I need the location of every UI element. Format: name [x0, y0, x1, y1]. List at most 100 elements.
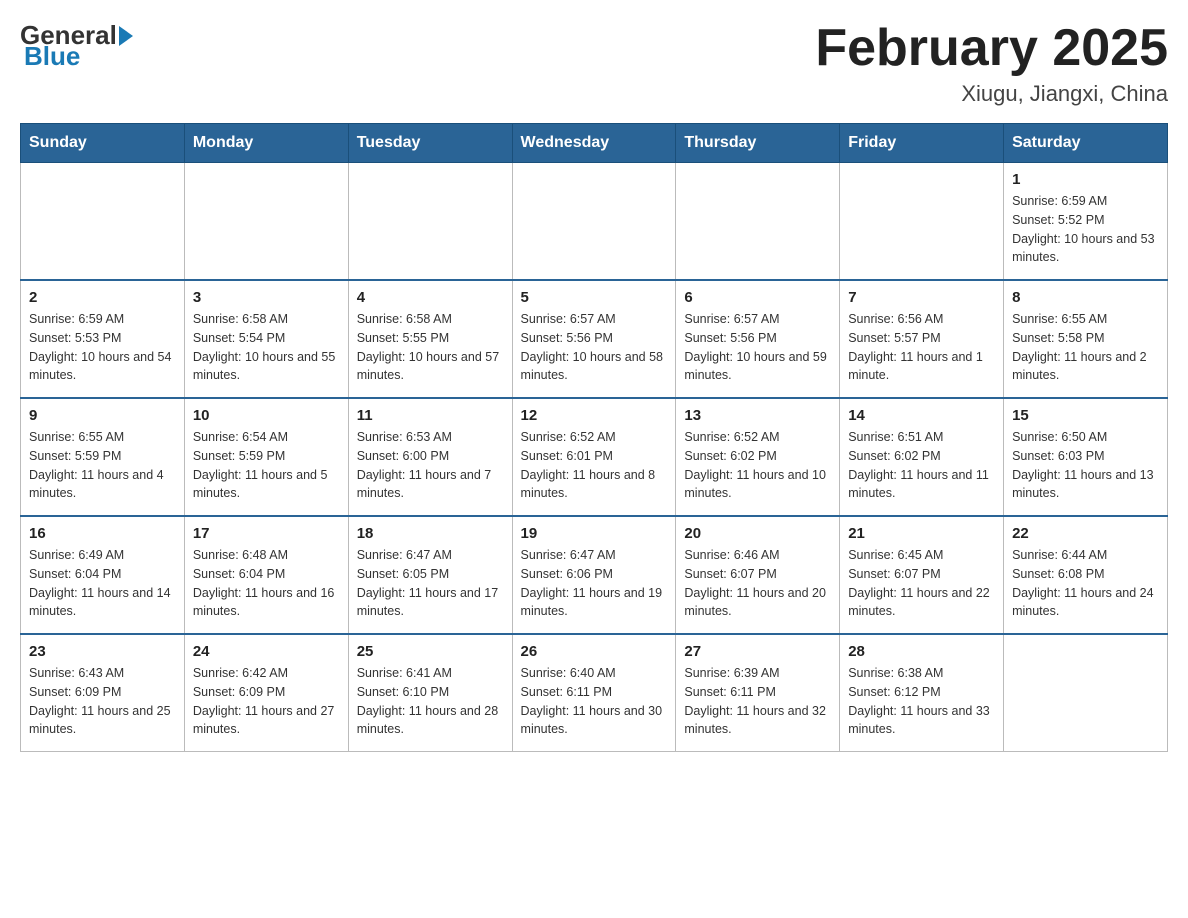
calendar-header-wednesday: Wednesday	[512, 124, 676, 163]
day-info: Sunrise: 6:48 AMSunset: 6:04 PMDaylight:…	[193, 546, 340, 621]
day-info: Sunrise: 6:58 AMSunset: 5:54 PMDaylight:…	[193, 310, 340, 385]
day-info: Sunrise: 6:59 AMSunset: 5:52 PMDaylight:…	[1012, 192, 1159, 267]
day-info: Sunrise: 6:52 AMSunset: 6:01 PMDaylight:…	[521, 428, 668, 503]
calendar-cell	[184, 163, 348, 281]
day-number: 9	[29, 407, 176, 424]
calendar-header-monday: Monday	[184, 124, 348, 163]
calendar-cell: 2Sunrise: 6:59 AMSunset: 5:53 PMDaylight…	[21, 280, 185, 398]
title-block: February 2025 Xiugu, Jiangxi, China	[815, 20, 1168, 107]
day-info: Sunrise: 6:56 AMSunset: 5:57 PMDaylight:…	[848, 310, 995, 385]
day-info: Sunrise: 6:49 AMSunset: 6:04 PMDaylight:…	[29, 546, 176, 621]
day-info: Sunrise: 6:40 AMSunset: 6:11 PMDaylight:…	[521, 664, 668, 739]
calendar-cell: 25 Sunrise: 6:41 AMSunset: 6:10 PMDayligh…	[348, 634, 512, 752]
calendar-cell: 7 Sunrise: 6:56 AMSunset: 5:57 PMDaylight…	[840, 280, 1004, 398]
day-info: Sunrise: 6:46 AMSunset: 6:07 PMDaylight:…	[684, 546, 831, 621]
day-number: 16	[29, 525, 176, 542]
month-title: February 2025	[815, 20, 1168, 77]
day-number: 13	[684, 407, 831, 424]
logo: General Blue	[20, 20, 133, 72]
day-number: 20	[684, 525, 831, 542]
day-number: 17	[193, 525, 340, 542]
calendar-header-thursday: Thursday	[676, 124, 840, 163]
calendar-week-row-3: 9 Sunrise: 6:55 AMSunset: 5:59 PMDaylight…	[21, 398, 1168, 516]
calendar-cell: 8 Sunrise: 6:55 AMSunset: 5:58 PMDaylight…	[1004, 280, 1168, 398]
day-info: Sunrise: 6:57 AMSunset: 5:56 PMDaylight:…	[521, 310, 668, 385]
calendar-cell: 20 Sunrise: 6:46 AMSunset: 6:07 PMDayligh…	[676, 516, 840, 634]
calendar-cell: 4 Sunrise: 6:58 AMSunset: 5:55 PMDaylight…	[348, 280, 512, 398]
day-info: Sunrise: 6:55 AMSunset: 5:59 PMDaylight:…	[29, 428, 176, 503]
day-number: 25	[357, 643, 504, 660]
calendar-cell: 14 Sunrise: 6:51 AMSunset: 6:02 PMDayligh…	[840, 398, 1004, 516]
calendar-cell: 5 Sunrise: 6:57 AMSunset: 5:56 PMDaylight…	[512, 280, 676, 398]
day-number: 2	[29, 289, 176, 306]
day-info: Sunrise: 6:39 AMSunset: 6:11 PMDaylight:…	[684, 664, 831, 739]
calendar-cell: 12 Sunrise: 6:52 AMSunset: 6:01 PMDayligh…	[512, 398, 676, 516]
day-info: Sunrise: 6:43 AMSunset: 6:09 PMDaylight:…	[29, 664, 176, 739]
day-info: Sunrise: 6:38 AMSunset: 6:12 PMDaylight:…	[848, 664, 995, 739]
day-info: Sunrise: 6:58 AMSunset: 5:55 PMDaylight:…	[357, 310, 504, 385]
day-info: Sunrise: 6:55 AMSunset: 5:58 PMDaylight:…	[1012, 310, 1159, 385]
day-info: Sunrise: 6:45 AMSunset: 6:07 PMDaylight:…	[848, 546, 995, 621]
day-number: 28	[848, 643, 995, 660]
calendar-cell: 11Sunrise: 6:53 AMSunset: 6:00 PMDayligh…	[348, 398, 512, 516]
calendar-header-saturday: Saturday	[1004, 124, 1168, 163]
day-info: Sunrise: 6:51 AMSunset: 6:02 PMDaylight:…	[848, 428, 995, 503]
page-header: General Blue February 2025 Xiugu, Jiangx…	[20, 20, 1168, 107]
day-number: 14	[848, 407, 995, 424]
calendar-cell: 17 Sunrise: 6:48 AMSunset: 6:04 PMDayligh…	[184, 516, 348, 634]
calendar-cell: 19 Sunrise: 6:47 AMSunset: 6:06 PMDayligh…	[512, 516, 676, 634]
calendar-header-row: SundayMondayTuesdayWednesdayThursdayFrid…	[21, 124, 1168, 163]
day-number: 22	[1012, 525, 1159, 542]
day-number: 5	[521, 289, 668, 306]
day-info: Sunrise: 6:41 AMSunset: 6:10 PMDaylight:…	[357, 664, 504, 739]
day-info: Sunrise: 6:53 AMSunset: 6:00 PMDaylight:…	[357, 428, 504, 503]
day-info: Sunrise: 6:50 AMSunset: 6:03 PMDaylight:…	[1012, 428, 1159, 503]
calendar-cell	[21, 163, 185, 281]
calendar-cell: 15 Sunrise: 6:50 AMSunset: 6:03 PMDayligh…	[1004, 398, 1168, 516]
day-number: 12	[521, 407, 668, 424]
calendar-table: SundayMondayTuesdayWednesdayThursdayFrid…	[20, 123, 1168, 752]
calendar-week-row-1: 1 Sunrise: 6:59 AMSunset: 5:52 PMDaylight…	[21, 163, 1168, 281]
calendar-cell: 28 Sunrise: 6:38 AMSunset: 6:12 PMDayligh…	[840, 634, 1004, 752]
calendar-cell: 23 Sunrise: 6:43 AMSunset: 6:09 PMDayligh…	[21, 634, 185, 752]
logo-blue-text: Blue	[24, 41, 80, 72]
calendar-cell	[348, 163, 512, 281]
day-number: 18	[357, 525, 504, 542]
calendar-cell	[840, 163, 1004, 281]
calendar-cell: 9 Sunrise: 6:55 AMSunset: 5:59 PMDaylight…	[21, 398, 185, 516]
calendar-cell	[676, 163, 840, 281]
calendar-cell: 18 Sunrise: 6:47 AMSunset: 6:05 PMDayligh…	[348, 516, 512, 634]
calendar-cell	[1004, 634, 1168, 752]
day-number: 6	[684, 289, 831, 306]
day-number: 3	[193, 289, 340, 306]
calendar-cell: 26Sunrise: 6:40 AMSunset: 6:11 PMDayligh…	[512, 634, 676, 752]
day-number: 1	[1012, 171, 1159, 188]
calendar-cell: 6Sunrise: 6:57 AMSunset: 5:56 PMDaylight…	[676, 280, 840, 398]
day-info: Sunrise: 6:47 AMSunset: 6:06 PMDaylight:…	[521, 546, 668, 621]
day-number: 8	[1012, 289, 1159, 306]
day-info: Sunrise: 6:47 AMSunset: 6:05 PMDaylight:…	[357, 546, 504, 621]
calendar-header-sunday: Sunday	[21, 124, 185, 163]
calendar-cell: 21 Sunrise: 6:45 AMSunset: 6:07 PMDayligh…	[840, 516, 1004, 634]
day-number: 21	[848, 525, 995, 542]
day-info: Sunrise: 6:52 AMSunset: 6:02 PMDaylight:…	[684, 428, 831, 503]
day-number: 15	[1012, 407, 1159, 424]
calendar-cell: 13 Sunrise: 6:52 AMSunset: 6:02 PMDayligh…	[676, 398, 840, 516]
calendar-cell: 22 Sunrise: 6:44 AMSunset: 6:08 PMDayligh…	[1004, 516, 1168, 634]
logo-arrow-icon	[119, 26, 133, 46]
day-info: Sunrise: 6:44 AMSunset: 6:08 PMDaylight:…	[1012, 546, 1159, 621]
day-number: 19	[521, 525, 668, 542]
day-number: 4	[357, 289, 504, 306]
calendar-week-row-2: 2Sunrise: 6:59 AMSunset: 5:53 PMDaylight…	[21, 280, 1168, 398]
day-number: 24	[193, 643, 340, 660]
day-number: 10	[193, 407, 340, 424]
calendar-header-friday: Friday	[840, 124, 1004, 163]
calendar-header-tuesday: Tuesday	[348, 124, 512, 163]
calendar-cell: 16 Sunrise: 6:49 AMSunset: 6:04 PMDayligh…	[21, 516, 185, 634]
day-number: 7	[848, 289, 995, 306]
calendar-cell: 27 Sunrise: 6:39 AMSunset: 6:11 PMDayligh…	[676, 634, 840, 752]
day-number: 27	[684, 643, 831, 660]
calendar-cell: 1 Sunrise: 6:59 AMSunset: 5:52 PMDaylight…	[1004, 163, 1168, 281]
day-number: 23	[29, 643, 176, 660]
day-info: Sunrise: 6:42 AMSunset: 6:09 PMDaylight:…	[193, 664, 340, 739]
